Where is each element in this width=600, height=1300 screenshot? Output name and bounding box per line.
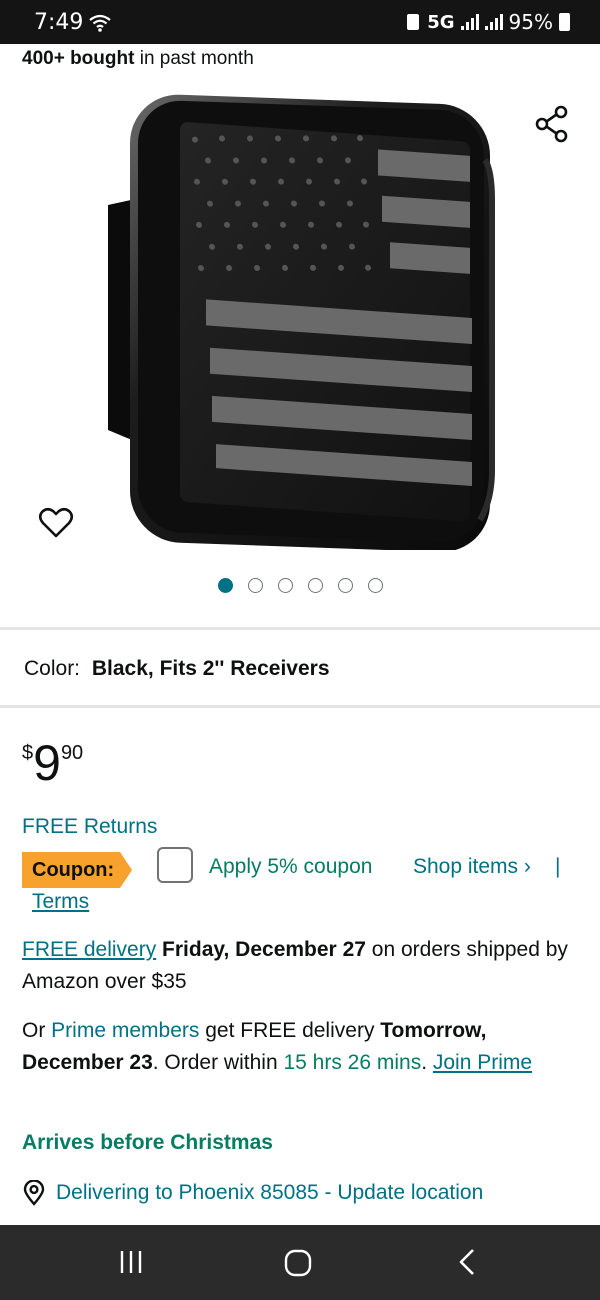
- divider: [0, 627, 600, 630]
- status-bar: 7:49 5G 95%: [0, 0, 600, 44]
- separator: |: [555, 855, 561, 878]
- coupon-badge: Coupon:: [22, 852, 132, 888]
- location-text: Delivering to Phoenix 85085 - Update loc…: [56, 1181, 484, 1204]
- apply-coupon-label[interactable]: Apply 5% coupon: [209, 855, 372, 879]
- prime-or: Or: [22, 1019, 52, 1042]
- prime-dot: .: [421, 1051, 433, 1074]
- status-time: 7:49: [34, 10, 84, 35]
- signal-icon-2: [484, 14, 503, 30]
- wifi-icon: [89, 14, 111, 32]
- prime-get: get FREE delivery: [199, 1019, 381, 1042]
- price-whole: 9: [33, 735, 61, 791]
- delivery-location[interactable]: Delivering to Phoenix 85085 - Update loc…: [22, 1180, 483, 1206]
- terms-link[interactable]: Terms: [32, 890, 89, 914]
- color-value: Black, Fits 2'' Receivers: [91, 657, 330, 680]
- bought-count-suffix: in past month: [134, 48, 254, 69]
- bought-count-bold: 400+ bought: [22, 48, 135, 69]
- delivery-info: FREE delivery Friday, December 27 on ord…: [22, 934, 582, 998]
- delivery-date: Friday, December 27: [162, 938, 366, 961]
- carousel-dot-5[interactable]: [337, 578, 353, 593]
- carousel-dot-2[interactable]: [247, 578, 263, 593]
- carousel-dot-3[interactable]: [277, 578, 293, 593]
- prime-members-link[interactable]: Prime members: [51, 1019, 199, 1042]
- prime-order: . Order within: [152, 1051, 284, 1074]
- home-icon[interactable]: [283, 1249, 313, 1277]
- carousel-dot-4[interactable]: [307, 578, 323, 593]
- price: $990: [22, 738, 83, 788]
- price-fraction: 90: [60, 742, 84, 764]
- carousel-dot-1[interactable]: [217, 578, 233, 593]
- share-icon[interactable]: [533, 104, 573, 144]
- battery-percent: 95%: [508, 10, 553, 34]
- bought-count: 400+ bought in past month: [22, 48, 254, 70]
- free-returns-link[interactable]: FREE Returns: [22, 815, 157, 839]
- prime-countdown: 15 hrs 26 mins: [283, 1051, 422, 1074]
- recent-apps-icon[interactable]: [118, 1249, 144, 1275]
- heart-icon[interactable]: [36, 502, 76, 542]
- carousel-dots: [0, 578, 600, 593]
- signal-icon: [460, 14, 479, 30]
- prime-delivery-info: Or Prime members get FREE delivery Tomor…: [22, 1015, 582, 1079]
- carousel-dot-6[interactable]: [367, 578, 383, 593]
- coupon-checkbox[interactable]: [157, 847, 193, 883]
- color-selector[interactable]: Color: Black, Fits 2'' Receivers: [24, 657, 330, 681]
- join-prime-link[interactable]: Join Prime: [433, 1051, 532, 1074]
- android-nav-bar: [0, 1225, 600, 1300]
- arrives-before-christmas: Arrives before Christmas: [22, 1131, 273, 1154]
- network-label: 5G: [427, 11, 455, 33]
- divider: [0, 705, 600, 708]
- shop-items-link[interactable]: Shop items ›: [413, 855, 531, 879]
- free-delivery-link[interactable]: FREE delivery: [22, 938, 156, 961]
- location-pin-icon: [23, 1180, 45, 1206]
- price-symbol: $: [22, 742, 34, 764]
- coupon-badge-label: Coupon:: [32, 859, 115, 881]
- back-icon[interactable]: [455, 1247, 479, 1277]
- color-label: Color:: [24, 657, 81, 680]
- sim-icon: [407, 14, 420, 30]
- product-image[interactable]: [100, 90, 500, 550]
- battery-icon: [559, 13, 570, 31]
